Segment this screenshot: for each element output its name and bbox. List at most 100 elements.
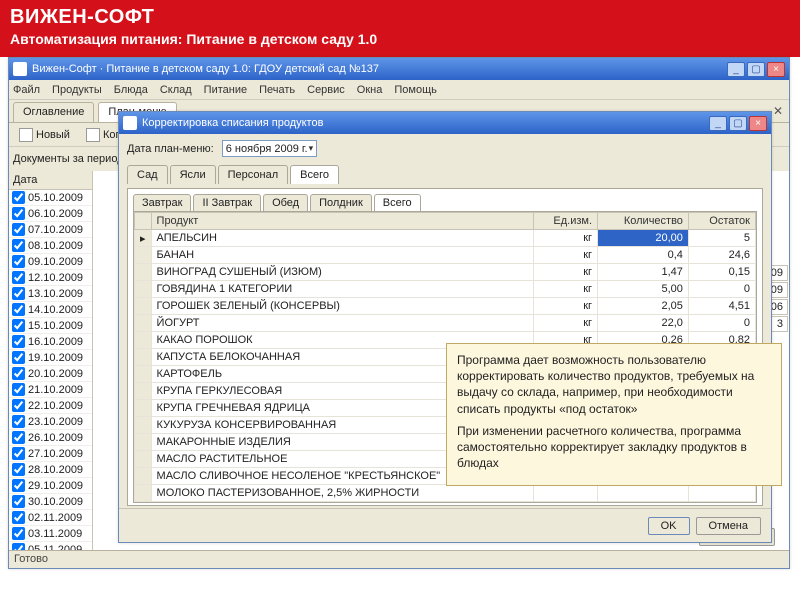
date-checkbox[interactable] [12,191,25,204]
qty-cell[interactable]: 2,05 [598,298,689,315]
date-checkbox[interactable] [12,383,25,396]
chevron-down-icon[interactable]: ▾ [309,143,314,154]
date-row[interactable]: 05.11.2009 [9,542,92,550]
date-row[interactable]: 20.10.2009 [9,366,92,382]
date-checkbox[interactable] [12,271,25,284]
meal-tab-1[interactable]: II Завтрак [193,194,261,211]
date-row[interactable]: 23.10.2009 [9,414,92,430]
date-row[interactable]: 19.10.2009 [9,350,92,366]
menu-питание[interactable]: Питание [204,84,247,96]
dialog-minimize-button[interactable]: _ [709,116,727,131]
date-row[interactable]: 16.10.2009 [9,334,92,350]
col-product[interactable]: Продукт [151,213,533,230]
date-checkbox[interactable] [12,367,25,380]
qty-cell[interactable] [598,485,689,502]
date-row[interactable]: 09.10.2009 [9,254,92,270]
qty-cell[interactable]: 20,00 [598,230,689,247]
date-checkbox[interactable] [12,495,25,508]
group-tab-0[interactable]: Сад [127,165,168,184]
minimize-button[interactable]: _ [727,62,745,77]
date-checkbox[interactable] [12,463,25,476]
dialog-close-button[interactable]: × [749,116,767,131]
dialog-icon [123,116,137,130]
group-tab-3[interactable]: Всего [290,165,339,184]
menu-помощь[interactable]: Помощь [394,84,437,96]
dialog-cancel-button[interactable]: Отмена [696,517,761,535]
date-row[interactable]: 30.10.2009 [9,494,92,510]
qty-cell[interactable]: 1,47 [598,264,689,281]
date-checkbox[interactable] [12,511,25,524]
date-checkbox[interactable] [12,399,25,412]
date-row[interactable]: 07.10.2009 [9,222,92,238]
menu-файл[interactable]: Файл [13,84,40,96]
date-checkbox[interactable] [12,319,25,332]
date-row[interactable]: 02.11.2009 [9,510,92,526]
date-checkbox[interactable] [12,447,25,460]
date-row[interactable]: 29.10.2009 [9,478,92,494]
date-checkbox[interactable] [12,415,25,428]
date-checkbox[interactable] [12,479,25,492]
meal-tab-0[interactable]: Завтрак [133,194,191,211]
menubar: Файл Продукты Блюда Склад Питание Печать Серви… [9,80,789,100]
date-checkbox[interactable] [12,223,25,236]
date-row[interactable]: 15.10.2009 [9,318,92,334]
product-row[interactable]: ГОВЯДИНА 1 КАТЕГОРИИкг5,000 [135,281,756,298]
product-row[interactable]: ВИНОГРАД СУШЕНЫЙ (ИЗЮМ)кг1,470,15 [135,264,756,281]
close-button[interactable]: × [767,62,785,77]
date-row[interactable]: 13.10.2009 [9,286,92,302]
menu-сервис[interactable]: Сервис [307,84,345,96]
date-row[interactable]: 12.10.2009 [9,270,92,286]
product-row[interactable]: МОЛОКО ПАСТЕРИЗОВАННОЕ, 2,5% ЖИРНОСТИ [135,485,756,502]
group-tab-2[interactable]: Персонал [218,165,289,184]
date-checkbox[interactable] [12,543,25,550]
col-rest[interactable]: Остаток [688,213,755,230]
menu-окна[interactable]: Окна [357,84,383,96]
date-row[interactable]: 27.10.2009 [9,446,92,462]
tab-oglavlenie[interactable]: Оглавление [13,102,94,122]
qty-cell[interactable]: 22,0 [598,315,689,332]
qty-cell[interactable]: 5,00 [598,281,689,298]
menu-блюда[interactable]: Блюда [114,84,148,96]
group-tab-1[interactable]: Ясли [170,165,216,184]
menu-печать[interactable]: Печать [259,84,295,96]
date-row[interactable]: 28.10.2009 [9,462,92,478]
date-row[interactable]: 03.11.2009 [9,526,92,542]
date-checkbox[interactable] [12,527,25,540]
qty-cell[interactable]: 0,4 [598,247,689,264]
date-row[interactable]: 14.10.2009 [9,302,92,318]
date-row[interactable]: 26.10.2009 [9,430,92,446]
date-row[interactable]: 08.10.2009 [9,238,92,254]
company-name: ВИЖЕН-СОФТ [10,6,790,29]
col-qty[interactable]: Количество [598,213,689,230]
plan-date-field[interactable]: 6 ноября 2009 г. ▾ [222,140,317,157]
meal-tab-2[interactable]: Обед [263,194,308,211]
maximize-button[interactable]: ▢ [747,62,765,77]
col-unit[interactable]: Ед.изм. [533,213,597,230]
product-row[interactable]: ЙОГУРТкг22,00 [135,315,756,332]
new-button[interactable]: Новый [13,127,76,143]
date-checkbox[interactable] [12,255,25,268]
date-checkbox[interactable] [12,207,25,220]
main-titlebar[interactable]: Вижен-Софт · Питание в детском саду 1.0:… [9,58,789,80]
meal-tab-4[interactable]: Всего [374,194,421,211]
date-row[interactable]: 05.10.2009 [9,190,92,206]
date-checkbox[interactable] [12,303,25,316]
menu-продукты[interactable]: Продукты [52,84,102,96]
date-checkbox[interactable] [12,287,25,300]
product-row[interactable]: БАНАНкг0,424,6 [135,247,756,264]
product-row[interactable]: ГОРОШЕК ЗЕЛЕНЫЙ (КОНСЕРВЫ)кг2,054,51 [135,298,756,315]
product-row[interactable]: ▸АПЕЛЬСИНкг20,005 [135,230,756,247]
date-checkbox[interactable] [12,351,25,364]
date-checkbox[interactable] [12,239,25,252]
dialog-titlebar[interactable]: Корректировка списания продуктов _ ▢ × [119,112,771,134]
date-row[interactable]: 22.10.2009 [9,398,92,414]
meal-tab-3[interactable]: Полдник [310,194,372,211]
menu-склад[interactable]: Склад [160,84,192,96]
date-row[interactable]: 21.10.2009 [9,382,92,398]
date-row[interactable]: 06.10.2009 [9,206,92,222]
date-checkbox[interactable] [12,431,25,444]
ok-button[interactable]: OK [648,517,690,535]
date-checkbox[interactable] [12,335,25,348]
tab-close-icon[interactable]: ✕ [773,104,783,118]
dialog-maximize-button[interactable]: ▢ [729,116,747,131]
